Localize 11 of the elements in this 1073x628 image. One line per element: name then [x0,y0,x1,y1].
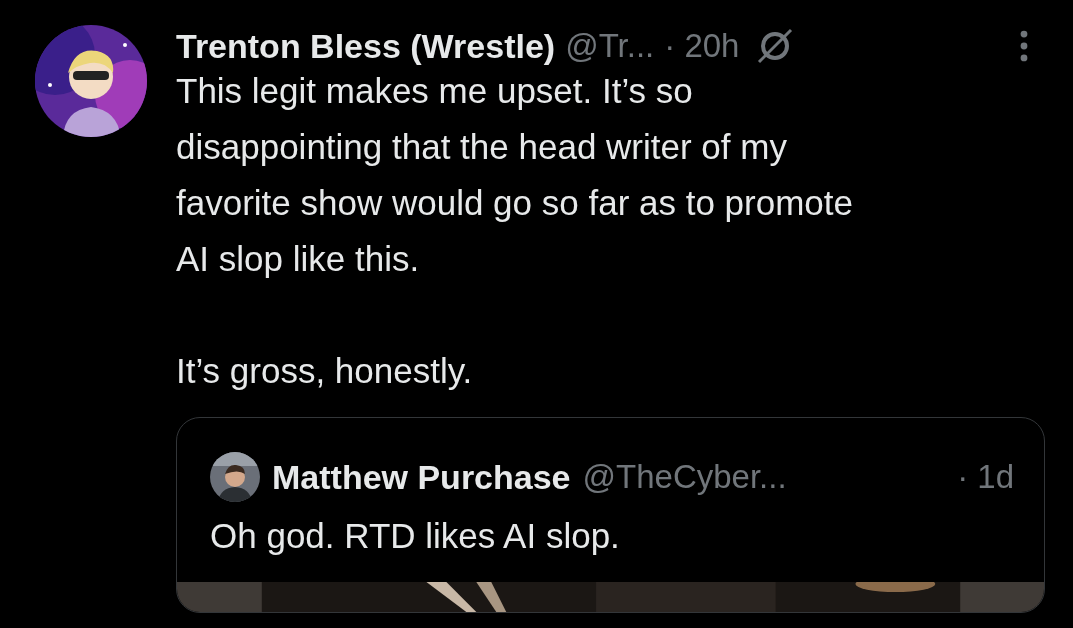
author-handle[interactable]: @Tr... [565,27,655,65]
post-time[interactable]: · 20h [664,27,740,65]
post-time[interactable]: · 1d [957,458,1014,496]
avatar[interactable] [210,452,260,502]
more-icon[interactable] [1019,29,1029,63]
author-name[interactable]: Trenton Bless (Wrestle) [176,26,556,66]
author-handle[interactable]: @TheCyber... [582,458,787,496]
author-name[interactable]: Matthew Purchase [272,457,571,497]
post-text: This legit makes me upset. It’s so disappointing that the head writer of my favorite show would go so far as to promote AI slop like this. It’s gross, honestly. [176,70,854,392]
quoted-text: Oh god. RTD likes AI slop. [209,515,621,557]
quoted-post[interactable]: Matthew Purchase @TheCyber... · 1d Oh god. RTD likes AI slop. [176,417,1045,613]
